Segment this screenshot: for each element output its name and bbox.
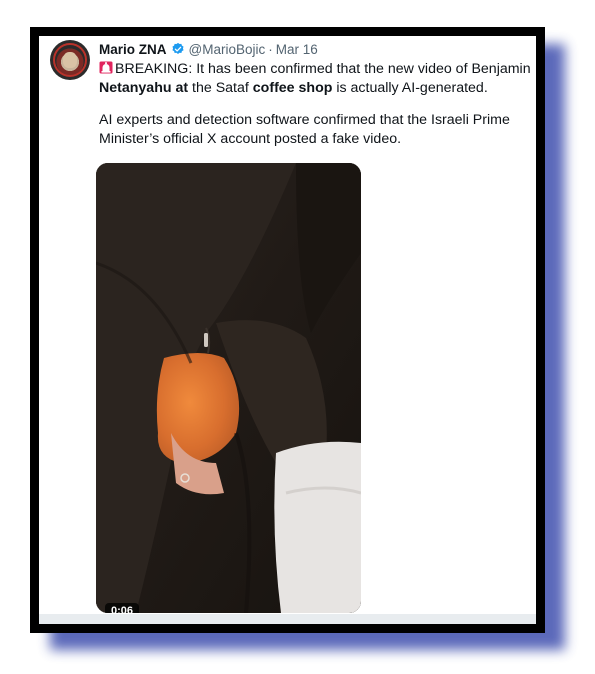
tweet-date[interactable]: Mar 16 (276, 42, 318, 57)
avatar[interactable] (50, 40, 90, 80)
tweet-header: Mario ZNA @MarioBojic · Mar 16 (99, 40, 318, 58)
tweet-body: BREAKING: It has been confirmed that the… (99, 60, 536, 162)
tweet-card: Mario ZNA @MarioBojic · Mar 16 BREAKING:… (39, 36, 536, 624)
avatar-face (63, 52, 77, 68)
screenshot-frame: Mario ZNA @MarioBojic · Mar 16 BREAKING:… (30, 27, 545, 633)
user-handle[interactable]: @MarioBojic (189, 42, 266, 57)
video-player[interactable]: 0:06 (96, 163, 361, 613)
text-sataf: the Sataf (188, 80, 253, 96)
bold-coffee-shop: coffee shop (252, 80, 333, 96)
separator-dot: · (268, 41, 273, 57)
display-name[interactable]: Mario ZNA (99, 42, 167, 57)
bottom-divider (39, 614, 536, 624)
video-frame (96, 163, 361, 613)
bold-netanyahu: Netanyahu at (99, 80, 189, 96)
tweet-paragraph-2: AI experts and detection software confir… (99, 112, 510, 147)
siren-icon (99, 61, 113, 74)
text-ai-generated: is actually AI-generated. (332, 80, 488, 96)
tweet-paragraph-1: BREAKING: It has been confirmed that the… (99, 60, 536, 98)
video-duration-badge: 0:06 (105, 603, 140, 613)
verified-badge-icon (171, 42, 185, 56)
breaking-text: BREAKING: It has been confirmed that the… (115, 61, 531, 77)
